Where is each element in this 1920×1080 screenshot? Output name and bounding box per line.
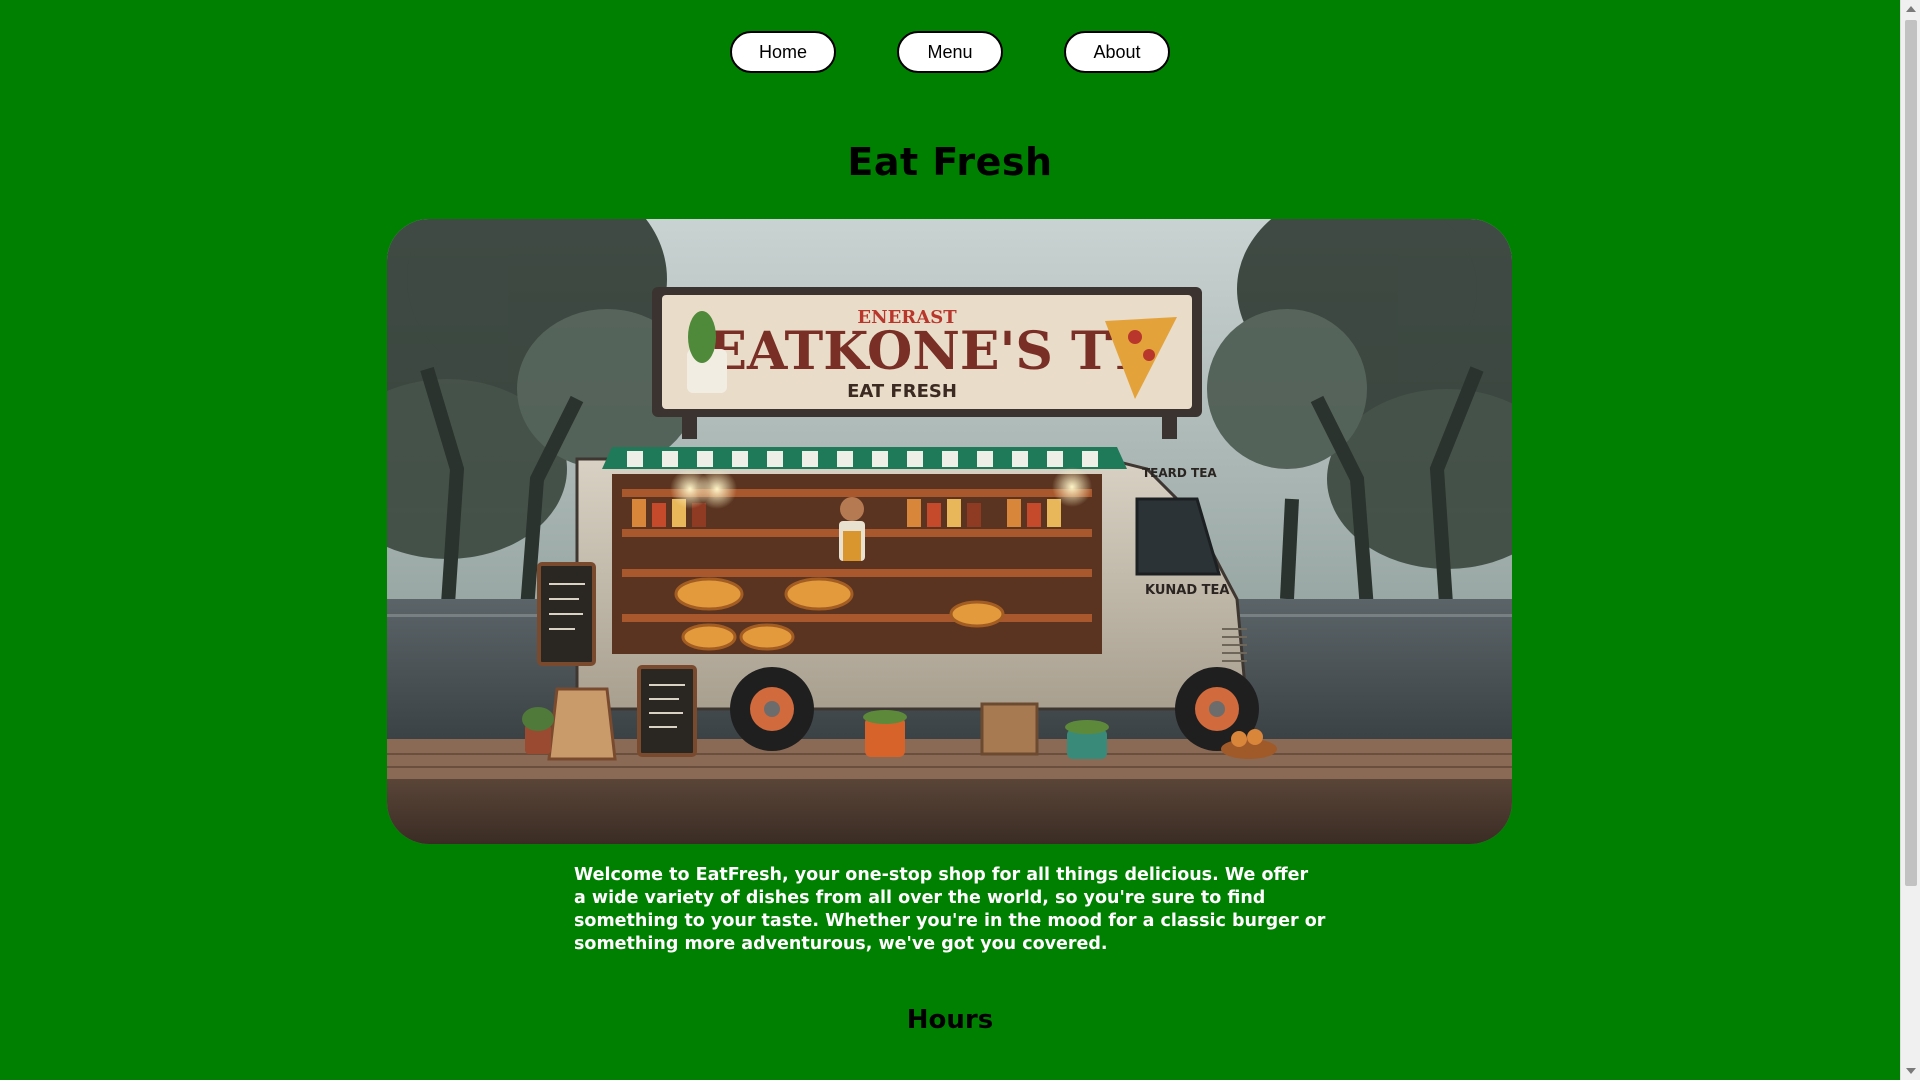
- truck-side-label: TEARD TEA: [1142, 466, 1217, 480]
- nav-menu-button[interactable]: Menu: [897, 31, 1003, 73]
- hero-image: ENERAST EATKONE'S TT EAT FRESH TEARD TEA…: [387, 219, 1512, 844]
- page-viewport: Home Menu About Eat Fresh ENERAST EATKON…: [0, 0, 1900, 1080]
- scroll-up-arrow-icon[interactable]: [1906, 6, 1916, 12]
- scroll-down-arrow-icon[interactable]: [1906, 1068, 1916, 1074]
- food-truck-illustration: ENERAST EATKONE'S TT EAT FRESH TEARD TEA…: [387, 219, 1512, 844]
- top-nav: Home Menu About: [0, 31, 1900, 73]
- sign-sub-text: EAT FRESH: [847, 381, 957, 402]
- truck-door-label: KUNAD TEA: [1145, 583, 1229, 598]
- nav-about-button[interactable]: About: [1064, 31, 1170, 73]
- intro-paragraph: Welcome to EatFresh, your one-stop shop …: [574, 865, 1326, 954]
- page-title: Eat Fresh: [847, 140, 1053, 184]
- nav-home-button[interactable]: Home: [730, 31, 836, 73]
- sign-main-text: EATKONE'S TT: [707, 321, 1147, 382]
- scrollbar-thumb[interactable]: [1905, 20, 1917, 886]
- hours-heading: Hours: [906, 1005, 994, 1035]
- vertical-scrollbar[interactable]: [1900, 0, 1920, 1080]
